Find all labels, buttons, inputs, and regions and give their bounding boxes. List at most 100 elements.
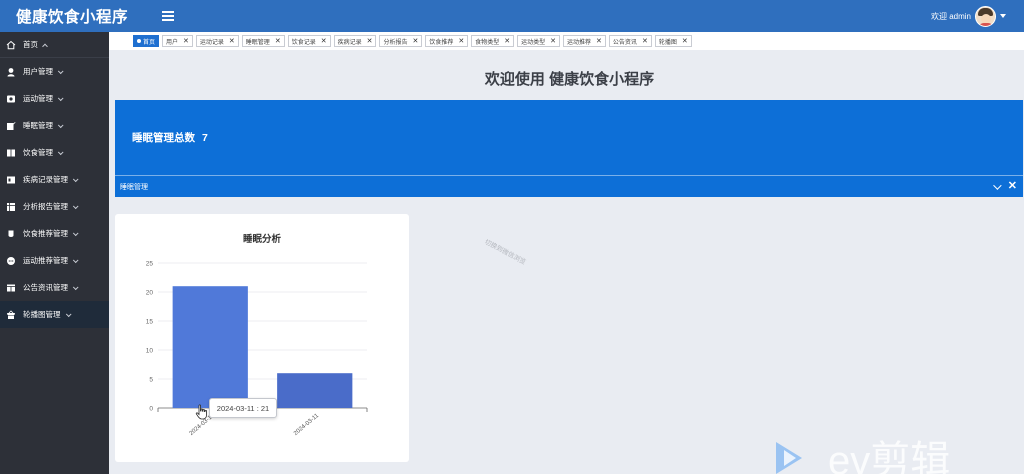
sidebar-item-3[interactable]: 睡眠管理 — [0, 112, 109, 139]
close-tab-icon[interactable]: ✕ — [642, 37, 648, 45]
chart-card: 睡眠分析 0 5 10 15 20 25 2024-03-11 2024-03-11 — [115, 214, 409, 462]
sidebar-item-label: 睡眠管理 — [23, 121, 53, 130]
y-tick-label: 25 — [146, 261, 154, 268]
y-tick-label: 20 — [146, 290, 154, 297]
close-tab-icon[interactable]: ✕ — [596, 37, 602, 45]
sidebar-item-2[interactable]: 运动管理 — [0, 85, 109, 112]
y-tick-label: 10 — [146, 348, 154, 355]
chevron-down-icon — [72, 283, 79, 290]
chevron-down-icon — [57, 148, 64, 155]
sidebar-item-8[interactable]: 运动推荐管理 — [0, 247, 109, 274]
menu-toggle-icon[interactable] — [162, 11, 174, 21]
user-icon — [6, 67, 16, 77]
sidebar-item-home[interactable]: 首页 — [0, 32, 109, 58]
tab-label: 疾病记录 — [337, 39, 362, 46]
sidebar-item-label: 轮播图管理 — [23, 310, 61, 319]
welcome-text: 欢迎 admin — [930, 11, 971, 21]
y-tick-label: 0 — [149, 406, 153, 413]
sidebar-item-label: 公告资讯管理 — [23, 283, 68, 292]
chevron-down-icon[interactable] — [1000, 14, 1006, 18]
run-icon — [6, 94, 16, 104]
sleep-bar-chart: 睡眠分析05101520252024-03-11 2024-03-11 — [146, 233, 368, 437]
tab-3[interactable]: 睡眠管理 ✕ — [241, 35, 285, 47]
tab-10[interactable]: 运动推荐 ✕ — [563, 35, 606, 47]
sidebar-item-1[interactable]: 用户管理 — [0, 58, 109, 85]
app-title: 健康饮食小程序 — [16, 9, 129, 26]
tab-label: 分析报告 — [383, 39, 408, 46]
sidebar-item-label: 首页 — [23, 40, 38, 49]
tab-7[interactable]: 饮食推荐 ✕ — [425, 35, 469, 47]
close-tab-icon[interactable]: ✕ — [504, 37, 510, 45]
tab-label: 运动记录 — [199, 39, 224, 46]
ev-logo: ev剪辑 — [776, 439, 950, 474]
sidebar-item-label: 饮食推荐管理 — [23, 229, 68, 238]
close-icon[interactable]: ✕ — [1008, 181, 1017, 192]
tab-label: 睡眠管理 — [245, 39, 270, 46]
tab-12[interactable]: 轮播图 ✕ — [654, 35, 692, 47]
stat-footer: 睡眠管理 ✕ — [115, 176, 1023, 197]
chevron-down-icon — [57, 67, 64, 74]
close-tab-icon[interactable]: ✕ — [275, 37, 281, 45]
stat-card: 睡眠管理总数 7 睡眠管理 ✕ — [115, 100, 1023, 197]
tab-5[interactable]: 疾病记录 ✕ — [333, 35, 377, 47]
avatar[interactable] — [975, 5, 996, 27]
close-tab-icon[interactable]: ✕ — [229, 37, 235, 45]
user-menu[interactable]: 欢迎 admin — [930, 5, 1024, 27]
tab-8[interactable]: 食物类型 ✕ — [471, 35, 515, 47]
sidebar-item-9[interactable]: 公告资讯管理 — [0, 274, 109, 301]
sidebar-item-label: 疾病记录管理 — [23, 175, 68, 184]
chevron-down-icon — [65, 310, 72, 317]
chevron-up-icon — [42, 43, 48, 49]
sidebar-item-6[interactable]: 分析报告管理 — [0, 193, 109, 220]
chevron-down-icon — [57, 121, 64, 128]
chevron-down-icon — [72, 256, 79, 263]
edit-icon — [6, 121, 16, 131]
tab-bar: 首页 用户 ✕ 运动记录 ✕ 睡眠管理 ✕ 饮食记录 ✕ 疾病记录 ✕ 分析报告 ✕ 饮食推荐 ✕ 食物类型 ✕… — [109, 32, 1024, 50]
tab-6[interactable]: 分析报告 ✕ — [379, 35, 423, 47]
sidebar-item-7[interactable]: 饮食推荐管理 — [0, 220, 109, 247]
sidebar-item-4[interactable]: 饮食管理 — [0, 139, 109, 166]
y-tick-label: 5 — [149, 377, 153, 384]
tab-label: 首页 — [143, 39, 156, 46]
chevron-down-icon — [72, 229, 79, 236]
stat-label: 睡眠管理总数 — [132, 132, 195, 144]
close-tab-icon[interactable]: ✕ — [412, 37, 418, 45]
close-tab-icon[interactable]: ✕ — [550, 37, 556, 45]
tab-11[interactable]: 公告资讯 ✕ — [608, 35, 652, 47]
ev-logo-text: ev剪辑 — [828, 439, 950, 474]
report-icon — [6, 202, 16, 212]
close-tab-icon[interactable]: ✕ — [321, 37, 327, 45]
sidebar: 首页用户管理运动管理睡眠管理饮食管理疾病记录管理分析报告管理饮食推荐管理运动推荐… — [0, 32, 109, 474]
tab-label: 用户 — [166, 39, 179, 46]
top-bar: 健康饮食小程序 欢迎 admin — [0, 0, 1024, 32]
chart-tooltip: 2024-03-11 : 21 — [209, 398, 277, 418]
chart-title: 睡眠分析 — [243, 233, 282, 245]
chat-icon — [6, 256, 16, 266]
sidebar-item-10[interactable]: 轮播图管理 — [0, 301, 109, 328]
page-title: 欢迎使用 健康饮食小程序 — [484, 71, 655, 88]
close-tab-icon[interactable]: ✕ — [458, 37, 464, 45]
close-tab-icon[interactable]: ✕ — [183, 37, 189, 45]
x-tick-label: 2024-03-11 — [293, 413, 321, 437]
stat-value: 7 — [202, 131, 208, 144]
stat-summary: 睡眠管理总数 7 — [115, 100, 1023, 176]
tab-0[interactable]: 首页 — [133, 35, 160, 47]
tab-2[interactable]: 运动记录 ✕ — [195, 35, 239, 47]
active-dot-icon — [137, 39, 141, 43]
news-icon — [6, 283, 16, 293]
tab-4[interactable]: 饮食记录 ✕ — [287, 35, 331, 47]
tab-1[interactable]: 用户 ✕ — [162, 35, 193, 47]
collapse-icon[interactable] — [992, 180, 1002, 190]
sidebar-item-label: 用户管理 — [23, 67, 53, 76]
tab-label: 运动类型 — [521, 39, 546, 46]
close-tab-icon[interactable]: ✕ — [367, 37, 373, 45]
chevron-down-icon — [72, 202, 79, 209]
sidebar-item-5[interactable]: 疾病记录管理 — [0, 166, 109, 193]
tab-label: 运动推荐 — [567, 39, 592, 46]
close-tab-icon[interactable]: ✕ — [682, 37, 688, 45]
watermark-text: 切换到微信浏览 — [483, 238, 527, 267]
chevron-down-icon — [57, 94, 64, 101]
record-icon — [6, 175, 16, 185]
stat-footer-label: 睡眠管理 — [120, 183, 148, 191]
tab-9[interactable]: 运动类型 ✕ — [517, 35, 561, 47]
